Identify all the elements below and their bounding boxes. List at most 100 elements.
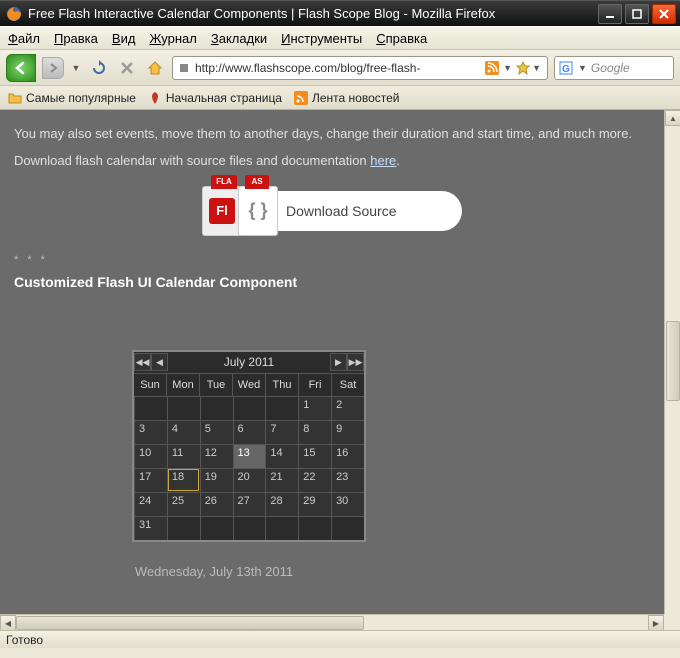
menu-history[interactable]: Журнал — [149, 31, 196, 46]
menu-file[interactable]: Файл — [8, 31, 40, 46]
history-dropdown-icon[interactable]: ▼ — [70, 63, 82, 73]
calendar-cell — [134, 396, 167, 420]
calendar-cell[interactable]: 22 — [298, 468, 331, 492]
separator-stars: * * * — [14, 254, 650, 266]
window-titlebar: Free Flash Interactive Calendar Componen… — [0, 0, 680, 26]
calendar-dow: Thu — [265, 374, 298, 396]
search-engine-dropdown-icon[interactable]: ▼ — [576, 63, 589, 73]
calendar-cell[interactable]: 24 — [134, 492, 167, 516]
calendar-cell[interactable]: 14 — [265, 444, 298, 468]
as-file-icon: { } — [238, 186, 278, 236]
svg-text:G: G — [562, 64, 570, 75]
calendar-cell — [233, 516, 266, 540]
feed-dropdown-icon[interactable]: ▼ — [501, 63, 514, 73]
calendar-cell[interactable]: 28 — [265, 492, 298, 516]
back-button[interactable] — [6, 54, 36, 82]
minimize-button[interactable] — [598, 4, 622, 24]
calendar-cell[interactable]: 4 — [167, 420, 200, 444]
bookmark-star-icon[interactable] — [516, 61, 530, 75]
calendar-cell[interactable]: 10 — [134, 444, 167, 468]
calendar-cell — [331, 516, 364, 540]
scroll-right-button[interactable]: ▶ — [648, 615, 664, 630]
calendar-cell[interactable]: 1 — [298, 396, 331, 420]
bookmark-popular[interactable]: Самые популярные — [8, 91, 136, 105]
scroll-left-button[interactable]: ◀ — [0, 615, 16, 630]
calendar-cell[interactable]: 12 — [200, 444, 233, 468]
calendar-cell[interactable]: 23 — [331, 468, 364, 492]
menu-view[interactable]: Вид — [112, 31, 136, 46]
bookmark-home[interactable]: Начальная страница — [148, 91, 282, 105]
prev-month-button[interactable]: ◀ — [151, 353, 168, 371]
page-content: You may also set events, move them to an… — [0, 110, 664, 614]
calendar-cell[interactable]: 13 — [233, 444, 266, 468]
calendar-cell[interactable]: 6 — [233, 420, 266, 444]
calendar-cell[interactable]: 30 — [331, 492, 364, 516]
vertical-scrollbar[interactable]: ▲ ▼ — [664, 110, 680, 630]
calendar-cell[interactable]: 9 — [331, 420, 364, 444]
calendar-grid: 1234567891011121314151617181920212223242… — [134, 396, 364, 540]
menu-tools[interactable]: Инструменты — [281, 31, 362, 46]
calendar-dow: Fri — [298, 374, 331, 396]
calendar-cell[interactable]: 21 — [265, 468, 298, 492]
calendar-cell[interactable]: 5 — [200, 420, 233, 444]
calendar-cell[interactable]: 17 — [134, 468, 167, 492]
scroll-thumb-h[interactable] — [16, 616, 364, 630]
horizontal-scrollbar[interactable]: ◀ ▶ — [0, 614, 664, 630]
calendar-cell — [265, 396, 298, 420]
fla-file-icon: Fl — [202, 186, 242, 236]
calendar-cell[interactable]: 16 — [331, 444, 364, 468]
menu-help[interactable]: Справка — [376, 31, 427, 46]
calendar-dow: Mon — [166, 374, 199, 396]
calendar-cell[interactable]: 2 — [331, 396, 364, 420]
intro-text-1: You may also set events, move them to an… — [14, 124, 650, 145]
maximize-button[interactable] — [625, 4, 649, 24]
url-dropdown-icon[interactable]: ▼ — [530, 63, 543, 73]
status-bar: Готово — [0, 630, 680, 648]
next-month-button[interactable]: ▶ — [330, 353, 347, 371]
calendar-cell[interactable]: 27 — [233, 492, 266, 516]
calendar-dow: Tue — [199, 374, 232, 396]
scroll-up-button[interactable]: ▲ — [665, 110, 680, 126]
calendar-cell[interactable]: 26 — [200, 492, 233, 516]
scroll-thumb-v[interactable] — [666, 321, 680, 401]
calendar-cell[interactable]: 7 — [265, 420, 298, 444]
calendar-cell — [233, 396, 266, 420]
calendar-cell[interactable]: 15 — [298, 444, 331, 468]
calendar-title: July 2011 — [168, 355, 330, 369]
home-button[interactable] — [144, 57, 166, 79]
search-bar[interactable]: G ▼ Google — [554, 56, 674, 80]
calendar-cell[interactable]: 8 — [298, 420, 331, 444]
leaf-icon — [148, 91, 162, 105]
intro-text-2: Download flash calendar with source file… — [14, 151, 650, 172]
page-favicon — [177, 61, 191, 75]
calendar-cell[interactable]: 20 — [233, 468, 266, 492]
selected-date-text: Wednesday, July 13th 2011 — [64, 564, 364, 579]
url-bar[interactable]: http://www.flashscope.com/blog/free-flas… — [172, 56, 548, 80]
calendar-cell — [200, 516, 233, 540]
reload-button[interactable] — [88, 57, 110, 79]
calendar-cell[interactable]: 3 — [134, 420, 167, 444]
menu-bookmarks[interactable]: Закладки — [211, 31, 267, 46]
download-source-button[interactable]: Fl { } Download Source — [202, 186, 462, 236]
stop-button[interactable] — [116, 57, 138, 79]
window-resize-edge[interactable] — [0, 648, 680, 658]
calendar-widget[interactable]: ◀◀ ◀ July 2011 ▶ ▶▶ SunMonTueWedThuFriSa… — [132, 350, 366, 542]
calendar-dow-row: SunMonTueWedThuFriSat — [134, 374, 364, 396]
url-text[interactable]: http://www.flashscope.com/blog/free-flas… — [195, 61, 483, 75]
calendar-cell[interactable]: 11 — [167, 444, 200, 468]
prev-year-button[interactable]: ◀◀ — [134, 353, 151, 371]
rss-icon[interactable] — [485, 61, 499, 75]
calendar-cell[interactable]: 18 — [167, 468, 200, 492]
scrollbar-corner — [664, 614, 680, 630]
next-year-button[interactable]: ▶▶ — [347, 353, 364, 371]
calendar-cell — [167, 396, 200, 420]
calendar-cell[interactable]: 31 — [134, 516, 167, 540]
calendar-cell[interactable]: 19 — [200, 468, 233, 492]
calendar-cell[interactable]: 25 — [167, 492, 200, 516]
close-button[interactable] — [652, 4, 676, 24]
forward-button[interactable] — [42, 57, 64, 79]
here-link[interactable]: here — [370, 153, 396, 168]
calendar-cell[interactable]: 29 — [298, 492, 331, 516]
bookmark-news[interactable]: Лента новостей — [294, 91, 400, 105]
menu-edit[interactable]: Правка — [54, 31, 98, 46]
